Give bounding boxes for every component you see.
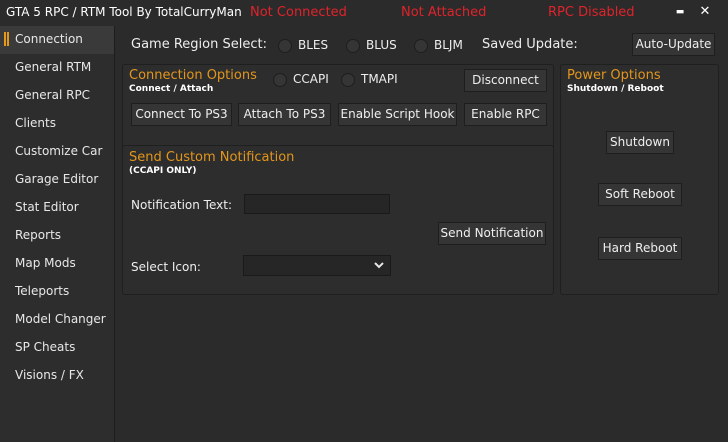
soft-reboot-button[interactable]: Soft Reboot [598,183,682,206]
sidebar-item-label: Connection [15,32,83,46]
sidebar-item-customize-car[interactable]: Customize Car [0,138,114,166]
notification-title: Send Custom Notification [129,150,295,165]
sidebar-item-map-mods[interactable]: Map Mods [0,250,114,278]
sidebar-item-general-rtm[interactable]: General RTM [0,54,114,82]
notification-text-label: Notification Text: [131,198,232,212]
select-icon-dropdown[interactable] [243,255,391,276]
main-panel: Game Region Select: BLES BLUS BLJM Saved… [116,26,728,442]
radio-tmapi[interactable] [341,73,355,87]
sidebar-item-visions-fx[interactable]: Visions / FX [0,362,114,390]
radio-bles-label: BLES [298,38,329,52]
rpc-status: RPC Disabled [548,5,635,20]
sidebar-item-label: Model Changer [15,312,106,326]
minimize-icon[interactable]: ▬ [671,3,689,21]
active-indicator-icon [4,32,9,46]
sidebar: Connection General RTM General RPC Clien… [0,26,115,442]
sidebar-item-connection[interactable]: Connection [0,26,114,54]
shutdown-button[interactable]: Shutdown [606,131,674,154]
attach-status: Not Attached [401,5,487,20]
sidebar-item-clients[interactable]: Clients [0,110,114,138]
sidebar-item-general-rpc[interactable]: General RPC [0,82,114,110]
close-icon[interactable]: ✕ [696,3,714,21]
sidebar-item-label: Customize Car [15,144,103,158]
radio-bljm[interactable] [414,39,428,53]
region-label: Game Region Select: [131,37,267,52]
radio-tmapi-label: TMAPI [361,72,398,86]
sidebar-item-sp-cheats[interactable]: SP Cheats [0,334,114,362]
power-options-group: Power Options Shutdown / Reboot Shutdown… [560,64,719,295]
auto-update-button[interactable]: Auto-Update [632,33,715,56]
sidebar-item-label: SP Cheats [15,340,76,354]
sidebar-item-model-changer[interactable]: Model Changer [0,306,114,334]
sidebar-item-stat-editor[interactable]: Stat Editor [0,194,114,222]
attach-ps3-button[interactable]: Attach To PS3 [238,103,331,126]
connection-status: Not Connected [250,5,347,20]
power-options-subtitle: Shutdown / Reboot [567,84,664,94]
notification-text-input[interactable] [244,194,390,214]
radio-blus[interactable] [346,39,360,53]
radio-ccapi[interactable] [273,73,287,87]
radio-blus-label: BLUS [366,38,397,52]
connection-options-subtitle: Connect / Attach [129,84,214,94]
sidebar-item-label: Visions / FX [15,368,84,382]
sidebar-item-label: Stat Editor [15,200,79,214]
sidebar-item-reports[interactable]: Reports [0,222,114,250]
power-options-title: Power Options [567,68,661,83]
select-icon-label: Select Icon: [131,260,201,274]
send-notification-button[interactable]: Send Notification [438,222,546,245]
sidebar-item-teleports[interactable]: Teleports [0,278,114,306]
sidebar-item-label: General RPC [15,88,91,102]
sidebar-item-label: Garage Editor [15,172,99,186]
sidebar-item-label: Reports [15,228,62,242]
sidebar-item-label: General RTM [15,60,92,74]
sidebar-item-garage-editor[interactable]: Garage Editor [0,166,114,194]
saved-update-label: Saved Update: [482,37,578,52]
title-bar: GTA 5 RPC / RTM Tool By TotalCurryMan No… [0,0,728,26]
hard-reboot-button[interactable]: Hard Reboot [598,237,682,260]
radio-ccapi-label: CCAPI [293,72,329,86]
disconnect-button[interactable]: Disconnect [464,69,547,92]
sidebar-item-label: Clients [15,116,56,130]
enable-rpc-button[interactable]: Enable RPC [464,103,547,126]
radio-bles[interactable] [278,39,292,53]
notification-subtitle: (CCAPI ONLY) [129,166,197,176]
connection-options-title: Connection Options [129,68,257,83]
enable-script-hook-button[interactable]: Enable Script Hook [338,103,457,126]
window-title: GTA 5 RPC / RTM Tool By TotalCurryMan [6,5,242,19]
connection-options-group: Connection Options Connect / Attach CCAP… [122,64,554,156]
sidebar-item-label: Teleports [15,284,70,298]
radio-bljm-label: BLJM [434,38,463,52]
connect-ps3-button[interactable]: Connect To PS3 [131,103,232,126]
chevron-down-icon [374,262,384,269]
notification-group: Send Custom Notification (CCAPI ONLY) No… [122,145,554,295]
sidebar-item-label: Map Mods [15,256,76,270]
